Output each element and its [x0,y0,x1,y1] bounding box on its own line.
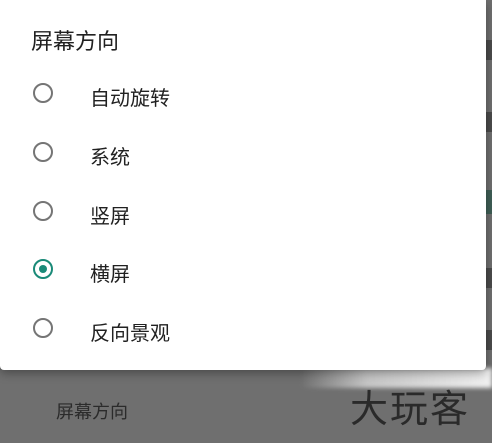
dialog-title: 屏幕方向 [31,30,120,55]
radio-button-selected[interactable] [33,259,53,279]
background-control [486,40,492,60]
option-auto-rotate[interactable]: 自动旋转 [0,66,486,124]
option-label: 系统 [90,145,130,169]
option-label: 竖屏 [90,204,130,228]
radio-button[interactable] [33,142,53,162]
orientation-dialog: 屏幕方向 自动旋转 系统 竖屏 横屏 反向景观 [0,0,486,370]
option-label: 横屏 [90,262,130,286]
option-label: 自动旋转 [90,86,170,110]
background-checkbox [486,190,492,214]
background-setting-label: 屏幕方向 [56,402,128,423]
radio-button[interactable] [33,318,53,338]
watermark-logo: 大玩客 [350,387,471,431]
background-control [486,268,492,288]
background-control [486,112,492,132]
background-control [486,330,492,350]
radio-button[interactable] [33,201,53,221]
option-reverse-landscape[interactable]: 反向景观 [0,301,486,359]
radio-button[interactable] [33,83,53,103]
option-landscape[interactable]: 横屏 [0,242,486,300]
option-system[interactable]: 系统 [0,125,486,183]
option-label: 反向景观 [90,321,170,345]
option-portrait[interactable]: 竖屏 [0,184,486,242]
